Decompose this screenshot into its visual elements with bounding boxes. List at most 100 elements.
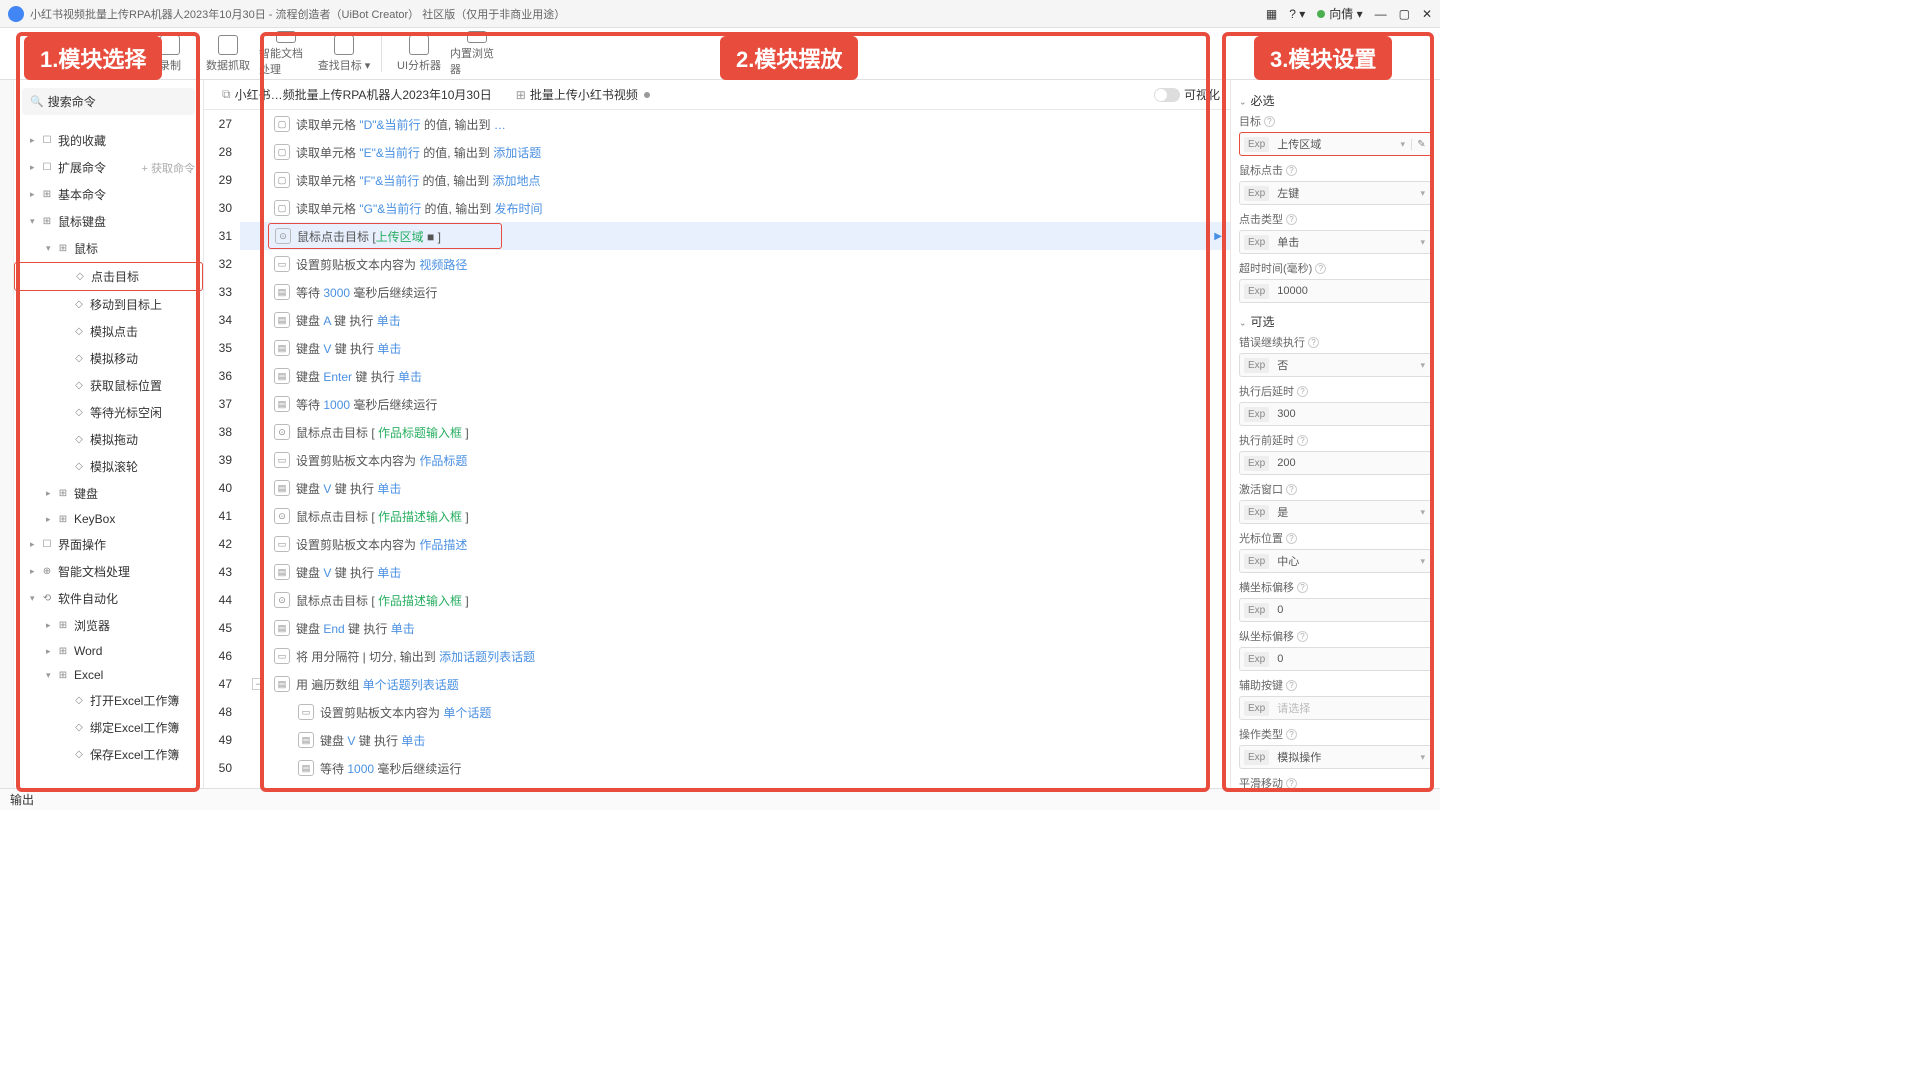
- tree-item[interactable]: ◇等待光标空闲: [14, 399, 203, 426]
- code-line[interactable]: ▭设置剪贴板文本内容为 单个话题: [240, 698, 1230, 726]
- prop-input[interactable]: Exp300: [1239, 402, 1432, 426]
- code-line[interactable]: ▤键盘 V 键 执行 单击: [240, 334, 1230, 362]
- grid-icon[interactable]: ▦: [1266, 7, 1277, 21]
- toolbar-内置浏览器[interactable]: 内置浏览器: [450, 31, 504, 77]
- prop-row: 横坐标偏移 ?Exp0: [1239, 579, 1432, 622]
- prop-row: 光标位置 ?Exp中心▾: [1239, 530, 1432, 573]
- prop-row: 超时时间(毫秒) ?Exp10000: [1239, 260, 1432, 303]
- command-tree: ▸☐我的收藏▸☐扩展命令+ 获取命令▸⊞基本命令▾⊞鼠标键盘▾⊞鼠标◇点击目标◇…: [14, 123, 203, 788]
- prop-input[interactable]: Exp200: [1239, 451, 1432, 475]
- code-line[interactable]: ▤键盘 V 键 执行 单击: [240, 474, 1230, 502]
- code-line[interactable]: ▤键盘 V 键 执行 单击: [240, 558, 1230, 586]
- code-line[interactable]: ▢读取单元格 "F"&当前行 的值, 输出到 添加地点: [240, 166, 1230, 194]
- search-input[interactable]: 搜索命令: [22, 88, 195, 115]
- tree-item[interactable]: ◇模拟点击: [14, 318, 203, 345]
- prop-row: 鼠标点击 ?Exp左键▾: [1239, 162, 1432, 205]
- prop-input[interactable]: Exp中心▾: [1239, 549, 1432, 573]
- prop-row: 点击类型 ?Exp单击▾: [1239, 211, 1432, 254]
- titlebar-right: ▦ ? ▾ 向倩 ▾ — ▢ ✕: [1266, 5, 1432, 22]
- tree-item[interactable]: ◇获取鼠标位置: [14, 372, 203, 399]
- code-line[interactable]: ▢读取单元格 "G"&当前行 的值, 输出到 发布时间: [240, 194, 1230, 222]
- code-line[interactable]: ⊙鼠标点击目标 [ 作品描述输入框 ]: [240, 502, 1230, 530]
- bottom-bar[interactable]: 输出: [0, 788, 1440, 810]
- code-line[interactable]: ▭设置剪贴板文本内容为 作品标题: [240, 446, 1230, 474]
- tree-item[interactable]: ▸☐扩展命令+ 获取命令: [14, 154, 203, 181]
- tree-item[interactable]: ◇打开Excel工作簿: [14, 687, 203, 714]
- visualize-toggle[interactable]: 可视化: [1154, 86, 1220, 103]
- prop-input[interactable]: Exp否▾: [1239, 353, 1432, 377]
- prop-row: 操作类型 ?Exp模拟操作▾: [1239, 726, 1432, 769]
- toolbar-智能文档处理[interactable]: 智能文档处理: [259, 31, 313, 77]
- code-line[interactable]: ▭设置剪贴板文本内容为 作品描述: [240, 530, 1230, 558]
- tree-item[interactable]: ▾⊞鼠标键盘: [14, 208, 203, 235]
- prop-input[interactable]: Exp单击▾: [1239, 230, 1432, 254]
- tree-item[interactable]: ▸☐我的收藏: [14, 127, 203, 154]
- prop-input[interactable]: Exp模拟操作▾: [1239, 745, 1432, 769]
- tree-item[interactable]: ▸⊞KeyBox: [14, 507, 203, 531]
- prop-row: 执行后延时 ?Exp300: [1239, 383, 1432, 426]
- prop-row: 辅助按键 ?Exp请选择: [1239, 677, 1432, 720]
- tree-item[interactable]: ◇模拟移动: [14, 345, 203, 372]
- annot-3: 3.模块设置: [1254, 36, 1392, 80]
- tree-item[interactable]: ▸⊞键盘: [14, 480, 203, 507]
- tree-item[interactable]: ▸☐界面操作: [14, 531, 203, 558]
- titlebar: 小红书视频批量上传RPA机器人2023年10月30日 - 流程创造者（UiBot…: [0, 0, 1440, 28]
- annot-2: 2.模块摆放: [720, 36, 858, 80]
- code-line[interactable]: ▢读取单元格 "E"&当前行 的值, 输出到 添加话题: [240, 138, 1230, 166]
- toolbar-数据抓取[interactable]: 数据抓取: [201, 31, 255, 77]
- code-line[interactable]: ▤键盘 Enter 键 执行 单击: [240, 362, 1230, 390]
- toolbar-查找目标 ▾[interactable]: 查找目标 ▾: [317, 31, 371, 77]
- code-line[interactable]: ▤键盘 V 键 执行 单击: [240, 726, 1230, 754]
- tree-item[interactable]: ◇保存Excel工作簿: [14, 741, 203, 768]
- code-area[interactable]: 2728293031323334353637383940414243444546…: [204, 110, 1230, 788]
- maximize-button[interactable]: ▢: [1399, 7, 1410, 21]
- editor-tab[interactable]: ⧉小红书…频批量上传RPA机器人2023年10月30日: [212, 82, 502, 107]
- prop-row: 执行前延时 ?Exp200: [1239, 432, 1432, 475]
- prop-row: 平滑移动 ?Exp: [1239, 775, 1432, 788]
- code-line[interactable]: ▭设置剪贴板文本内容为 视频路径: [240, 250, 1230, 278]
- help-icon[interactable]: ? ▾: [1289, 7, 1305, 21]
- toolbar-UI分析器[interactable]: UI分析器: [392, 31, 446, 77]
- code-line[interactable]: ▭将 用分隔符 | 切分, 输出到 添加话题列表话题: [240, 642, 1230, 670]
- editor-tabs: ⧉小红书…频批量上传RPA机器人2023年10月30日⊞批量上传小红书视频 可视…: [204, 80, 1230, 110]
- code-line[interactable]: ⊙鼠标点击目标 [ 作品描述输入框 ]: [240, 586, 1230, 614]
- tree-item[interactable]: ◇模拟拖动: [14, 426, 203, 453]
- prop-input[interactable]: Exp0: [1239, 598, 1432, 622]
- code-line[interactable]: −▤用 遍历数组 单个话题列表话题: [240, 670, 1230, 698]
- tree-item[interactable]: ▸⊞基本命令: [14, 181, 203, 208]
- prop-input[interactable]: Exp是▾: [1239, 500, 1432, 524]
- tree-item[interactable]: ▸⊞浏览器: [14, 612, 203, 639]
- prop-row: 错误继续执行 ?Exp否▾: [1239, 334, 1432, 377]
- code-line[interactable]: ▤等待 3000 毫秒后继续运行: [240, 278, 1230, 306]
- tree-item[interactable]: ▾⟲软件自动化: [14, 585, 203, 612]
- prop-input[interactable]: Exp0: [1239, 647, 1432, 671]
- code-line[interactable]: ▤键盘 A 键 执行 单击: [240, 306, 1230, 334]
- prop-row: 目标 ?Exp上传区域▾✎: [1239, 113, 1432, 156]
- prop-input[interactable]: Exp左键▾: [1239, 181, 1432, 205]
- tree-item[interactable]: ◇移动到目标上: [14, 291, 203, 318]
- tree-item[interactable]: ▸⊞Word: [14, 639, 203, 663]
- tree-item[interactable]: ◇绑定Excel工作簿: [14, 714, 203, 741]
- prop-input[interactable]: Exp请选择: [1239, 696, 1432, 720]
- prop-input[interactable]: Exp10000: [1239, 279, 1432, 303]
- tree-item[interactable]: ▾⊞Excel: [14, 663, 203, 687]
- tree-item[interactable]: ▾⊞鼠标: [14, 235, 203, 262]
- code-line[interactable]: ⊙鼠标点击目标 [上传区域 ■ ]▶: [240, 222, 1230, 250]
- sidebar: 搜索命令 ▸☐我的收藏▸☐扩展命令+ 获取命令▸⊞基本命令▾⊞鼠标键盘▾⊞鼠标◇…: [14, 80, 204, 788]
- editor-area: ⧉小红书…频批量上传RPA机器人2023年10月30日⊞批量上传小红书视频 可视…: [204, 80, 1230, 788]
- tree-item[interactable]: ◇点击目标: [14, 262, 203, 291]
- tree-item[interactable]: ▸⊕智能文档处理: [14, 558, 203, 585]
- tree-item[interactable]: ◇模拟滚轮: [14, 453, 203, 480]
- close-button[interactable]: ✕: [1422, 7, 1432, 21]
- annot-1: 1.模块选择: [24, 36, 162, 80]
- code-line[interactable]: ▤等待 1000 毫秒后继续运行: [240, 754, 1230, 782]
- code-line[interactable]: ▢读取单元格 "D"&当前行 的值, 输出到 …: [240, 110, 1230, 138]
- code-line[interactable]: ▤键盘 End 键 执行 单击: [240, 614, 1230, 642]
- minimize-button[interactable]: —: [1375, 7, 1387, 21]
- prop-row: 激活窗口 ?Exp是▾: [1239, 481, 1432, 524]
- code-line[interactable]: ⊙鼠标点击目标 [ 作品标题输入框 ]: [240, 418, 1230, 446]
- code-line[interactable]: ▤等待 1000 毫秒后继续运行: [240, 390, 1230, 418]
- prop-input[interactable]: Exp上传区域▾✎: [1239, 132, 1432, 156]
- user-badge[interactable]: 向倩 ▾: [1317, 5, 1362, 22]
- editor-tab[interactable]: ⊞批量上传小红书视频: [506, 82, 660, 107]
